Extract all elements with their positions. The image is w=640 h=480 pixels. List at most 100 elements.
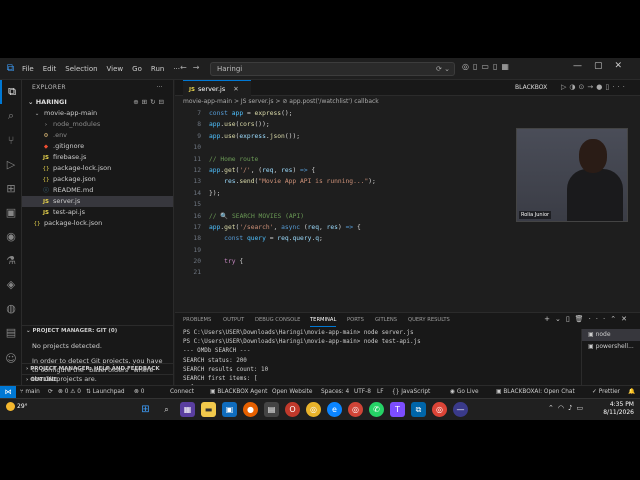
explorer-icon[interactable]: ⧉ (0, 80, 22, 104)
close-icon[interactable]: ✕ (614, 61, 634, 71)
battery-icon[interactable]: ▭ (576, 404, 587, 412)
tree-item[interactable]: › node_modules (22, 119, 173, 130)
menu-run[interactable]: Run (151, 65, 164, 73)
search-actions-icon[interactable]: ⟳ ⌄ (436, 63, 450, 75)
task-view-icon[interactable]: ▦ (180, 402, 195, 417)
compare-icon[interactable]: ◑ (569, 83, 578, 91)
extensions-icon[interactable]: ⊞ (0, 176, 22, 200)
minimize-icon[interactable]: — (573, 61, 594, 71)
testing-icon[interactable]: ⚗ (0, 248, 22, 272)
tab-output[interactable]: OUTPUT (223, 313, 244, 327)
chrome-alt-icon[interactable]: ◎ (432, 402, 447, 417)
gitlens-icon[interactable]: ◈ (0, 272, 22, 296)
app-icon[interactable]: ▤ (264, 402, 279, 417)
firefox-icon[interactable]: ● (243, 402, 258, 417)
problems-status[interactable]: ⊗ 0 ⚠ 0 (58, 386, 81, 398)
terminal-dropdown-icon[interactable]: ⌄ (555, 315, 566, 323)
forward-arrow-icon[interactable]: → (193, 63, 206, 72)
connect-status[interactable]: Connect (170, 386, 194, 398)
tree-item[interactable]: ⓘ README.md (22, 185, 173, 196)
open-website-status[interactable]: Open Website (272, 386, 312, 398)
clock[interactable]: 4:35 PM 8/11/2026 (603, 401, 634, 417)
back-arrow-icon[interactable]: ← (180, 63, 193, 72)
more-actions-icon[interactable]: ··· (612, 83, 628, 91)
terminal-item-node[interactable]: ▣ node (582, 329, 640, 341)
edge-icon[interactable]: e (327, 402, 342, 417)
close-tab-icon[interactable]: ✕ (233, 85, 238, 93)
prettier-status[interactable]: ✓ Prettier (592, 386, 620, 398)
blackbox-agent-status[interactable]: ▣ BLACKBOX Agent (210, 386, 267, 398)
indentation-status[interactable]: Spaces: 4 (321, 386, 349, 398)
pm-git-header[interactable]: ⌄ PROJECT MANAGER: GIT (0) (22, 326, 174, 336)
collapse-all-icon[interactable]: ⊟ (159, 98, 167, 106)
menu-edit[interactable]: Edit (43, 65, 57, 73)
go-live-status[interactable]: ◉ Go Live (450, 386, 479, 398)
project-manager-help[interactable]: › PROJECT MANAGER: HELP AND FEEDBACK (22, 363, 174, 374)
remote-indicator-icon[interactable]: ⋈ (0, 386, 16, 398)
toggle-panel-icon[interactable]: ▭ (481, 62, 493, 71)
tree-item[interactable]: {} package-lock.json (22, 163, 173, 174)
weather-widget[interactable]: 29° (6, 402, 28, 411)
customize-layout-icon[interactable]: ▦ (501, 62, 513, 71)
tab-gitlens[interactable]: GITLENS (375, 313, 397, 327)
menu-more-icon[interactable]: ··· (173, 65, 180, 73)
app-alt-icon[interactable]: — (453, 402, 468, 417)
branch-status[interactable]: ⑂ main (20, 386, 40, 398)
tab-server-js[interactable]: JS server.js ✕ (183, 80, 251, 96)
launchpad-status[interactable]: ⇅ Launchpad (86, 386, 125, 398)
store-icon[interactable]: ▣ (222, 402, 237, 417)
breadcrumb[interactable]: movie-app-main > JS server.js > ⊘ app.po… (175, 96, 640, 107)
tray-overflow-icon[interactable]: ⌃ (548, 404, 558, 412)
tab-problems[interactable]: PROBLEMS (183, 313, 211, 327)
vscode-taskbar-icon[interactable]: ⧉ (411, 402, 426, 417)
eol-status[interactable]: LF (377, 386, 384, 398)
tree-item[interactable]: JS server.js (22, 196, 173, 207)
outline-section[interactable]: › OUTLINE (22, 374, 174, 385)
command-center-search[interactable]: Haringi ⟳ ⌄ (210, 62, 455, 76)
account-icon[interactable]: ☺ (0, 346, 22, 370)
tree-item[interactable]: ⚙ .env (22, 130, 173, 141)
language-status[interactable]: {} JavaScript (392, 386, 430, 398)
teams-icon[interactable]: T (390, 402, 405, 417)
workspace-folder[interactable]: ⌄ HARINGI ⊕⊞↻⊟ (22, 96, 173, 108)
blackboxai-chat-status[interactable]: ▣ BLACKBOXAI: Open Chat (496, 386, 575, 398)
blackbox-label[interactable]: BLACKBOX (515, 80, 547, 96)
run-debug-icon[interactable]: ▷ (0, 152, 22, 176)
forward-icon[interactable]: → (587, 83, 596, 91)
split-terminal-icon[interactable]: ▯ (566, 315, 575, 323)
notifications-icon[interactable]: 🔔 (628, 386, 635, 398)
maximize-icon[interactable]: ▢ (594, 61, 615, 71)
copilot-chat-icon[interactable]: ◉ (0, 224, 22, 248)
menu-go[interactable]: Go (132, 65, 142, 73)
tab-terminal[interactable]: TERMINAL (310, 313, 337, 327)
tab-ports[interactable]: PORTS (347, 313, 364, 327)
close-panel-icon[interactable]: ✕ (621, 315, 632, 323)
github-icon[interactable]: ◍ (0, 296, 22, 320)
chrome-profile-icon[interactable]: ◎ (348, 402, 363, 417)
panel-more-icon[interactable]: ··· (589, 315, 611, 323)
wifi-icon[interactable]: ◠ (558, 404, 568, 412)
chrome-icon[interactable]: ◎ (306, 402, 321, 417)
tree-item[interactable]: {} package-lock.json (22, 218, 173, 229)
sync-status[interactable]: ⟳ (48, 386, 53, 398)
explorer-more-icon[interactable]: ··· (156, 80, 163, 96)
remote-explorer-icon[interactable]: ▣ (0, 200, 22, 224)
menu-file[interactable]: File (22, 65, 34, 73)
opera-icon[interactable]: O (285, 402, 300, 417)
tab-query-results[interactable]: QUERY RESULTS (408, 313, 450, 327)
maximize-panel-icon[interactable]: ⌃ (610, 315, 621, 323)
menu-view[interactable]: View (107, 65, 124, 73)
tab-debug-console[interactable]: DEBUG CONSOLE (255, 313, 300, 327)
encoding-status[interactable]: UTF-8 (354, 386, 371, 398)
tree-item[interactable]: {} package.json (22, 174, 173, 185)
file-explorer-icon[interactable]: ▬ (201, 402, 216, 417)
ports-status[interactable]: ⊗ 0 (134, 386, 144, 398)
menu-selection[interactable]: Selection (65, 65, 97, 73)
source-control-icon[interactable]: ⑂ (0, 128, 22, 152)
record-icon[interactable]: ● (596, 83, 605, 91)
whatsapp-icon[interactable]: ✆ (369, 402, 384, 417)
tree-item[interactable]: JS firebase.js (22, 152, 173, 163)
start-icon[interactable]: ⊞ (138, 402, 153, 417)
kill-terminal-icon[interactable]: 🗑 (575, 315, 589, 323)
search-icon[interactable]: ⌕ (0, 104, 22, 128)
